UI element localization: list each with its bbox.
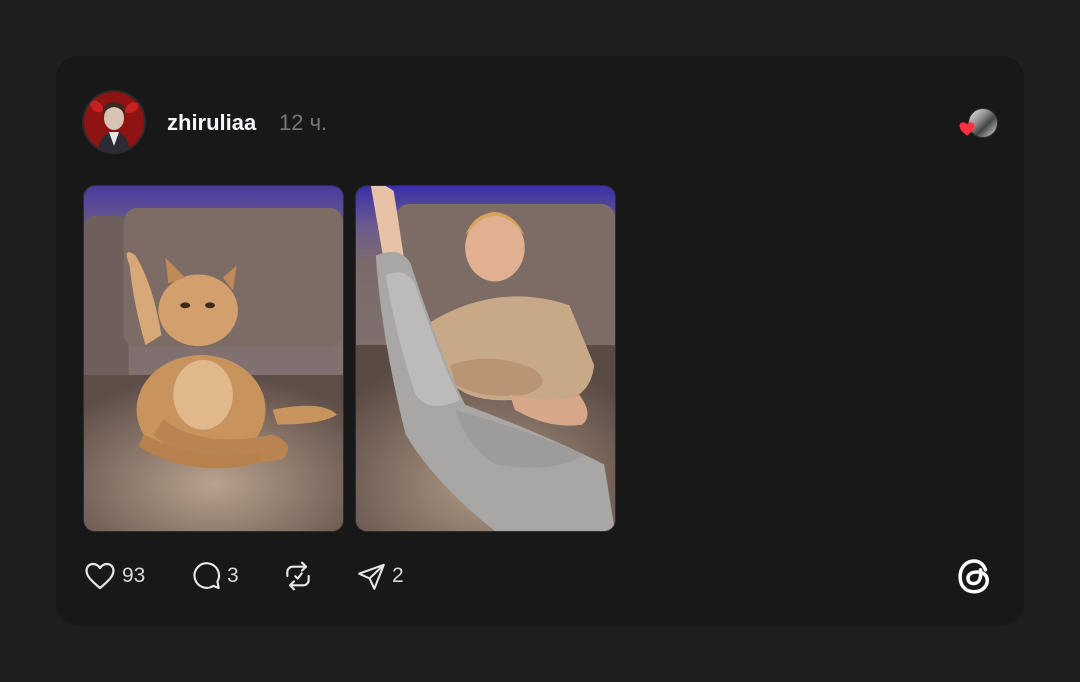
red-heart-icon [959, 122, 975, 136]
send-icon [358, 563, 385, 590]
share-button[interactable]: 2 [356, 559, 404, 593]
share-count: 2 [392, 564, 404, 587]
repost-button[interactable] [282, 559, 314, 593]
username[interactable]: zhiruliaa [167, 109, 256, 137]
threads-logo-icon[interactable] [954, 555, 996, 597]
post-time: 12 ч. [279, 110, 328, 135]
post-card: zhiruliaa 12 ч. 93 3 2 [56, 56, 1024, 626]
heart-icon [85, 562, 115, 590]
repost-icon [286, 561, 310, 591]
avatar[interactable] [82, 90, 146, 154]
comment-count: 3 [227, 564, 239, 587]
like-count: 93 [122, 564, 146, 587]
comment-button[interactable]: 3 [190, 559, 239, 593]
comment-bubble-icon [193, 562, 221, 590]
cat-photo[interactable] [83, 185, 344, 532]
man-photo[interactable] [355, 185, 616, 532]
like-button[interactable]: 93 [83, 559, 145, 593]
